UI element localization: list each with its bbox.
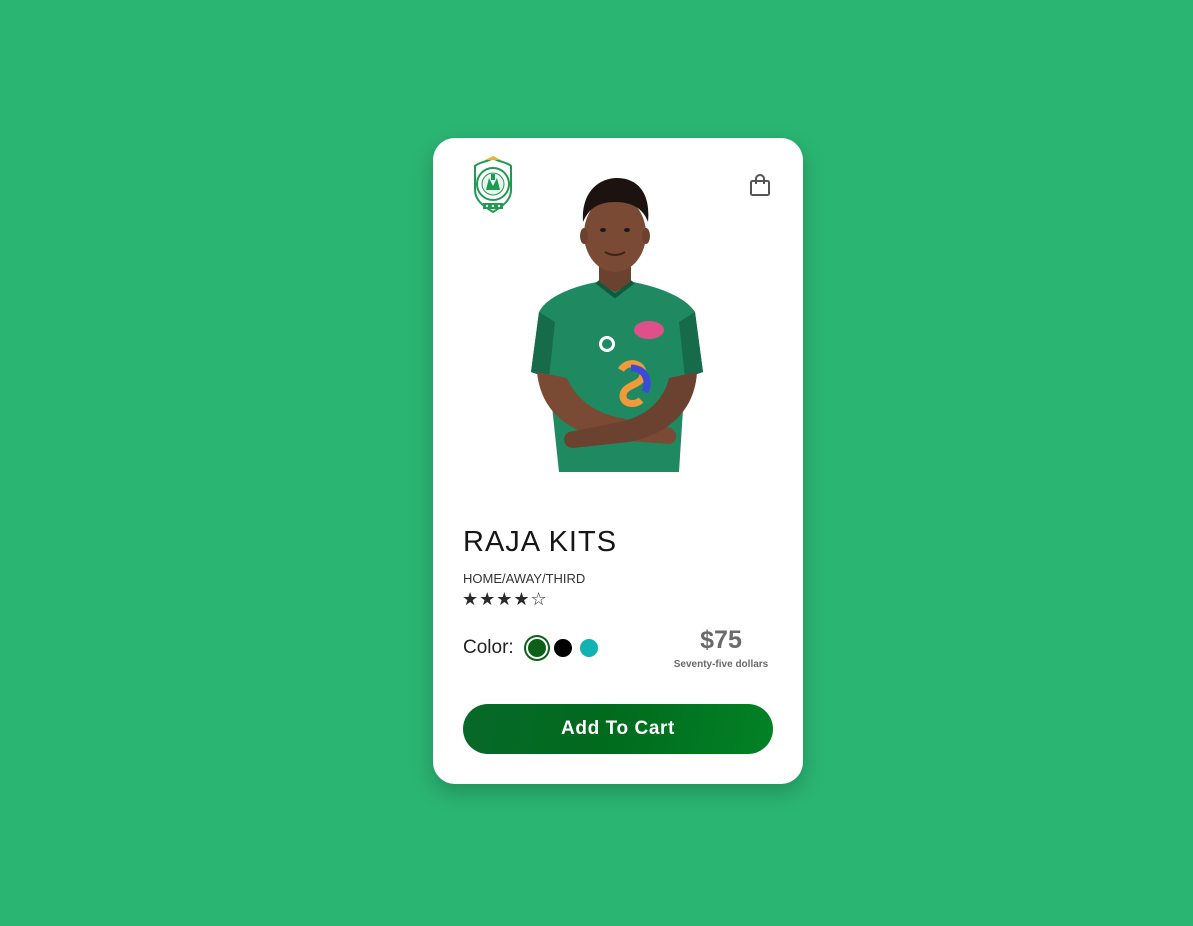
product-title: RAJA KITS <box>463 526 618 558</box>
color-swatch-dark-green[interactable] <box>528 639 546 657</box>
color-swatch-black[interactable] <box>554 639 572 657</box>
player-photo <box>531 178 703 472</box>
product-card: RAJA KITS HOME/AWAY/THIRD ★★★★☆ Color: $… <box>433 138 803 784</box>
star-rating: ★★★★☆ <box>462 589 548 609</box>
raja-club-crest-icon <box>474 156 512 214</box>
product-price: $75 <box>700 626 742 654</box>
price-in-words: Seventy-five dollars <box>673 659 769 670</box>
add-to-cart-button[interactable]: Add To Cart <box>463 704 773 754</box>
color-label: Color: <box>463 637 514 658</box>
product-subtitle: HOME/AWAY/THIRD <box>463 571 586 586</box>
color-swatch-teal[interactable] <box>580 639 598 657</box>
shopping-bag-icon[interactable] <box>749 174 771 196</box>
